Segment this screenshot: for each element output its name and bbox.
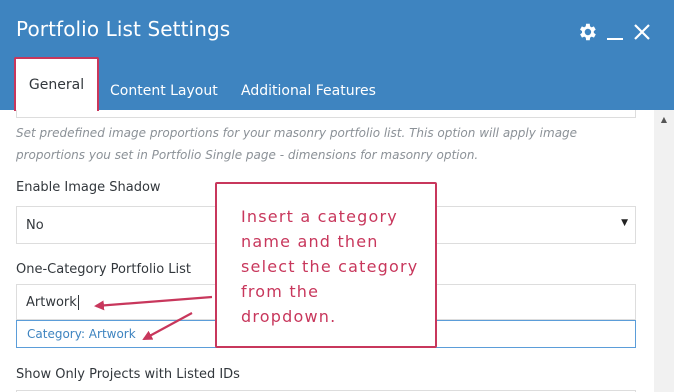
one-category-label: One-Category Portfolio List — [16, 262, 192, 277]
previous-field-bottom — [16, 110, 636, 118]
category-suggestion-label: Category: Artwork — [27, 327, 136, 341]
annotation-text: Insert a category name and then select t… — [241, 207, 419, 326]
tab-content-layout[interactable]: Content Layout — [110, 72, 218, 110]
text-cursor — [77, 294, 79, 310]
dropdown-caret-icon: ▼ — [621, 218, 628, 228]
one-category-value: Artwork — [26, 294, 77, 310]
modal-title: Portfolio List Settings — [16, 17, 231, 41]
listed-ids-label: Show Only Projects with Listed IDs — [16, 367, 240, 382]
scrollbar[interactable]: ▲ — [654, 110, 674, 392]
header-controls — [576, 18, 652, 46]
field-description: Set predefined image proportions for you… — [16, 126, 578, 162]
annotation-callout: Insert a category name and then select t… — [215, 182, 437, 348]
gear-icon[interactable] — [576, 21, 598, 43]
tab-additional-features[interactable]: Additional Features — [241, 72, 376, 110]
modal-header: Portfolio List Settings General Content … — [0, 0, 674, 111]
scroll-up-arrow-icon[interactable]: ▲ — [654, 110, 674, 128]
minimize-icon[interactable] — [606, 21, 624, 43]
image-shadow-label: Enable Image Shadow — [16, 180, 161, 195]
tab-general[interactable]: General — [14, 57, 99, 111]
image-shadow-value: No — [26, 217, 44, 233]
close-icon[interactable] — [632, 22, 652, 42]
